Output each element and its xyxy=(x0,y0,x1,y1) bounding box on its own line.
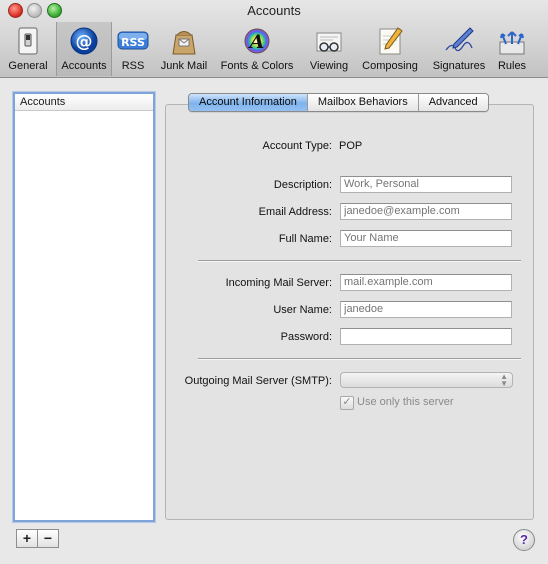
toolbar-item-rss[interactable]: RSS RSS xyxy=(113,22,153,76)
font-color-icon: A xyxy=(241,26,273,56)
at-sign-icon: @ xyxy=(68,26,100,56)
remove-account-button[interactable]: − xyxy=(37,529,59,548)
use-only-server-checkbox[interactable]: ✓ xyxy=(340,396,354,410)
svg-text:@: @ xyxy=(76,32,93,52)
toolbar-item-fonts-colors[interactable]: A Fonts & Colors xyxy=(214,22,300,76)
popup-arrows-icon: ▲ ▼ xyxy=(500,372,508,388)
signature-pen-icon xyxy=(443,26,475,56)
junk-bag-icon xyxy=(168,26,200,56)
user-name-label: User Name: xyxy=(273,304,332,316)
incoming-server-label: Incoming Mail Server: xyxy=(225,277,332,289)
toolbar-item-general[interactable]: General xyxy=(5,22,51,76)
smtp-label: Outgoing Mail Server (SMTP): xyxy=(184,375,332,387)
toolbar-label: Composing xyxy=(362,60,418,72)
window-title: Accounts xyxy=(247,3,301,18)
tab-account-information[interactable]: Account Information xyxy=(189,94,307,111)
email-address-field[interactable] xyxy=(340,203,512,220)
use-only-server-label: Use only this server xyxy=(357,396,454,408)
rss-icon: RSS xyxy=(117,26,149,56)
description-field[interactable] xyxy=(340,176,512,193)
accounts-list[interactable]: Accounts xyxy=(13,92,155,522)
password-label: Password: xyxy=(280,331,332,343)
rules-arrows-icon xyxy=(496,26,528,56)
toolbar-item-viewing[interactable]: Viewing xyxy=(304,22,354,76)
svg-text:A: A xyxy=(248,31,265,53)
incoming-server-field[interactable] xyxy=(340,274,512,291)
toolbar-item-rules[interactable]: Rules xyxy=(494,22,530,76)
password-field[interactable] xyxy=(340,328,512,345)
toolbar-item-junk-mail[interactable]: Junk Mail xyxy=(156,22,212,76)
toolbar-label: Junk Mail xyxy=(160,60,208,72)
toolbar-label: Accounts xyxy=(61,60,107,72)
smtp-server-popup[interactable]: ▲ ▼ xyxy=(340,372,513,388)
switch-icon xyxy=(12,26,44,56)
toolbar-label: General xyxy=(8,60,48,72)
help-button[interactable]: ? xyxy=(513,529,535,551)
tab-advanced[interactable]: Advanced xyxy=(417,94,488,111)
preferences-content: Accounts + − Account Information Mailbox… xyxy=(0,78,548,564)
account-type-label: Account Type: xyxy=(262,140,332,152)
account-type-value: POP xyxy=(339,140,363,152)
tab-mailbox-behaviors[interactable]: Mailbox Behaviors xyxy=(306,94,418,111)
svg-text:RSS: RSS xyxy=(121,36,145,49)
full-name-field[interactable] xyxy=(340,230,512,247)
toolbar-label: RSS xyxy=(121,60,145,72)
toolbar-label: Fonts & Colors xyxy=(220,60,294,72)
toolbar-item-signatures[interactable]: Signatures xyxy=(428,22,490,76)
toolbar-item-composing[interactable]: Composing xyxy=(356,22,424,76)
full-name-label: Full Name: xyxy=(278,233,332,245)
toolbar: Accounts General @ Accounts RSS RSS Junk… xyxy=(0,0,548,78)
pencil-paper-icon xyxy=(374,26,406,56)
add-account-button[interactable]: + xyxy=(16,529,38,548)
toolbar-label: Rules xyxy=(497,60,527,72)
toolbar-label: Viewing xyxy=(309,60,349,72)
description-label: Description: xyxy=(273,179,332,191)
tab-bar: Account Information Mailbox Behaviors Ad… xyxy=(188,93,489,112)
toolbar-item-accounts[interactable]: @ Accounts xyxy=(56,22,112,76)
separator xyxy=(198,358,521,360)
preferences-window: Accounts General @ Accounts RSS RSS Junk… xyxy=(0,0,548,564)
viewing-glasses-icon xyxy=(313,26,345,56)
accounts-list-header: Accounts xyxy=(15,94,153,111)
toolbar-label: Signatures xyxy=(432,60,486,72)
user-name-field[interactable] xyxy=(340,301,512,318)
email-address-label: Email Address: xyxy=(258,206,332,218)
separator xyxy=(198,260,521,262)
